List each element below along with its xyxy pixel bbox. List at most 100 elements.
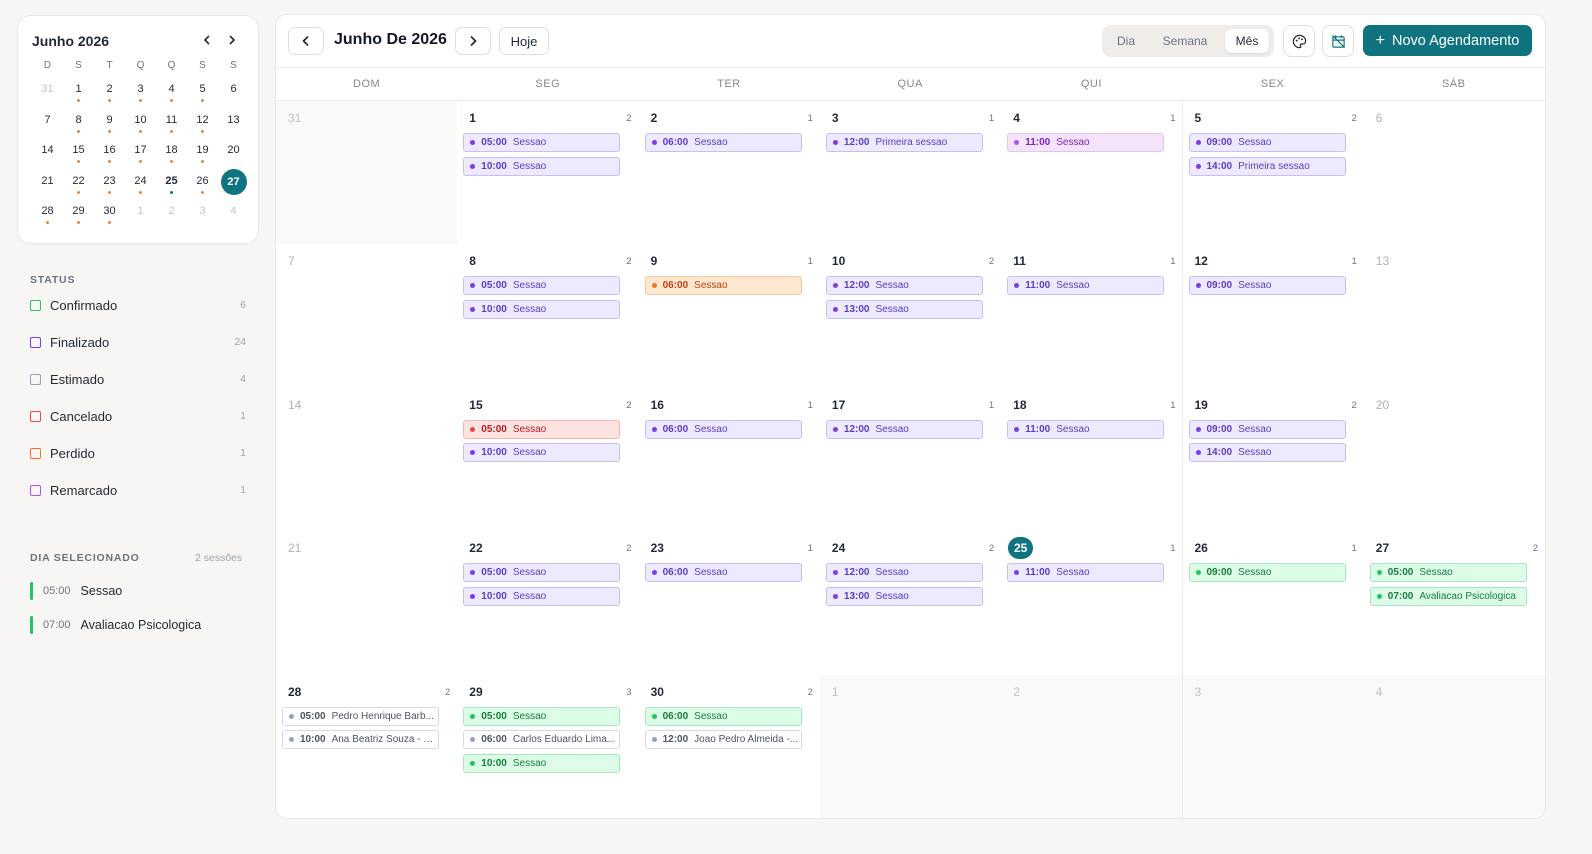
mini-day[interactable]: 28 (32, 199, 63, 230)
mini-day[interactable]: 4 (156, 77, 187, 108)
next-month-button[interactable] (455, 27, 491, 55)
event-chip[interactable]: 09:00 Sessao (1188, 276, 1346, 296)
mini-day[interactable]: 11 (156, 108, 187, 139)
mini-day[interactable]: 8 (63, 108, 94, 139)
day-cell[interactable]: 9 1 06:00 Sessao (638, 244, 821, 389)
mini-day[interactable]: 13 (218, 108, 249, 139)
day-cell[interactable]: 23 1 06:00 Sessao (638, 531, 821, 676)
event-chip[interactable]: 06:00 Sessao (644, 133, 802, 152)
event-chip[interactable]: 05:00 Sessao (1369, 563, 1527, 583)
mini-day[interactable]: 7 (32, 108, 63, 139)
mini-day[interactable]: 17 (125, 138, 156, 169)
day-cell[interactable]: 21 (276, 531, 459, 676)
day-cell[interactable]: 1 2 05:00 Sessao 10:00 Sessao (457, 101, 640, 246)
mini-day[interactable]: 12 (187, 108, 218, 139)
event-chip[interactable]: 13:00 Sessao (825, 586, 983, 606)
event-chip[interactable]: 05:00 Pedro Henrique Barb... (282, 706, 439, 726)
mini-day[interactable]: 21 (32, 169, 63, 200)
event-chip[interactable]: 10:00 Sessao (463, 299, 621, 319)
mini-day[interactable]: 24 (125, 169, 156, 200)
mini-day[interactable]: 4 (218, 199, 249, 230)
mini-day[interactable]: 2 (94, 77, 125, 108)
new-appointment-button[interactable]: + Novo Agendamento (1363, 25, 1532, 56)
event-chip[interactable]: 05:00 Sessao (463, 133, 621, 152)
mini-day[interactable]: 26 (187, 169, 218, 200)
event-chip[interactable]: 12:00 Sessao (825, 419, 983, 439)
palette-button[interactable] (1283, 25, 1315, 57)
view-month-tab[interactable]: Mês (1225, 29, 1269, 53)
day-cell[interactable]: 2 1 06:00 Sessao (638, 101, 821, 246)
mini-day[interactable]: 6 (218, 77, 249, 108)
event-chip[interactable]: 12:00 Joao Pedro Almeida -... (644, 730, 802, 750)
mini-day[interactable]: 22 (63, 169, 94, 200)
day-cell[interactable]: 3 (1182, 674, 1365, 818)
mini-day[interactable]: 5 (187, 77, 218, 108)
event-chip[interactable]: 09:00 Sessao (1188, 419, 1346, 439)
mini-day[interactable]: 1 (63, 77, 94, 108)
mini-day[interactable]: 29 (63, 199, 94, 230)
mini-next-month-button[interactable] (222, 30, 242, 50)
day-cell[interactable]: 4 1 11:00 Sessao (1001, 101, 1184, 246)
day-cell[interactable]: 30 2 06:00 Sessao 12:00 Joao Pedro Almeida -.… (638, 674, 821, 818)
day-cell[interactable]: 3 1 12:00 Primeira sessao (819, 101, 1003, 246)
day-cell[interactable]: 5 2 09:00 Sessao 14:00 Primeira sessao (1182, 101, 1365, 246)
event-chip[interactable]: 10:00 Sessao (463, 443, 621, 463)
day-cell[interactable]: 13 (1363, 244, 1545, 389)
day-cell[interactable]: 4 (1363, 674, 1545, 818)
event-chip[interactable]: 05:00 Sessao (463, 419, 621, 439)
status-checkbox[interactable] (30, 299, 41, 311)
selected-day-appointment[interactable]: 07:00 Avaliacao Psicologica (30, 615, 246, 635)
view-week-tab[interactable]: Semana (1154, 29, 1216, 53)
day-cell[interactable]: 17 1 12:00 Sessao (819, 387, 1003, 533)
status-checkbox[interactable] (30, 484, 41, 496)
calendar-off-button[interactable] (1322, 25, 1354, 57)
day-cell[interactable]: 2 (1001, 674, 1184, 818)
event-chip[interactable]: 09:00 Sessao (1188, 563, 1346, 583)
day-cell[interactable]: 6 (1363, 101, 1545, 246)
event-chip[interactable]: 06:00 Carlos Eduardo Lima... (463, 730, 621, 750)
mini-day[interactable]: 15 (63, 138, 94, 169)
event-chip[interactable]: 11:00 Sessao (1007, 133, 1165, 152)
event-chip[interactable]: 10:00 Sessao (463, 753, 621, 773)
mini-day[interactable]: 30 (94, 199, 125, 230)
status-checkbox[interactable] (30, 410, 41, 422)
day-cell[interactable]: 18 1 11:00 Sessao (1001, 387, 1184, 533)
event-chip[interactable]: 06:00 Sessao (644, 563, 802, 583)
status-filter-cancelado[interactable]: Cancelado 1 (30, 406, 246, 426)
mini-day[interactable]: 3 (187, 199, 218, 230)
event-chip[interactable]: 11:00 Sessao (1007, 419, 1165, 439)
event-chip[interactable]: 12:00 Primeira sessao (825, 133, 983, 152)
event-chip[interactable]: 12:00 Sessao (825, 563, 983, 583)
day-cell[interactable]: 8 2 05:00 Sessao 10:00 Sessao (457, 244, 640, 389)
event-chip[interactable]: 11:00 Sessao (1007, 563, 1165, 583)
event-chip[interactable]: 10:00 Ana Beatriz Souza - S... (282, 730, 439, 750)
day-cell[interactable]: 22 2 05:00 Sessao 10:00 Sessao (457, 531, 640, 676)
day-cell[interactable]: 26 1 09:00 Sessao (1182, 531, 1365, 676)
event-chip[interactable]: 05:00 Sessao (463, 276, 621, 296)
day-cell[interactable]: 7 (276, 244, 459, 389)
status-checkbox[interactable] (30, 447, 41, 459)
mini-day[interactable]: 2 (156, 199, 187, 230)
today-button[interactable]: Hoje (499, 27, 549, 55)
mini-prev-month-button[interactable] (197, 30, 217, 50)
mini-day-today[interactable]: 25 (156, 169, 187, 200)
mini-day[interactable]: 10 (125, 108, 156, 139)
day-cell[interactable]: 11 1 11:00 Sessao (1001, 244, 1184, 389)
event-chip[interactable]: 14:00 Primeira sessao (1188, 156, 1346, 176)
prev-month-button[interactable] (288, 27, 324, 55)
day-cell[interactable]: 31 (276, 101, 459, 246)
mini-day[interactable]: 16 (94, 138, 125, 169)
day-cell[interactable]: 14 (276, 387, 459, 533)
view-day-tab[interactable]: Dia (1108, 29, 1144, 53)
status-filter-perdido[interactable]: Perdido 1 (30, 443, 246, 463)
status-filter-confirmado[interactable]: Confirmado 6 (30, 295, 246, 315)
status-filter-estimado[interactable]: Estimado 4 (30, 369, 246, 389)
day-cell[interactable]: 27 2 05:00 Sessao 07:00 Avaliacao Psicologica (1363, 531, 1545, 676)
event-chip[interactable]: 06:00 Sessao (644, 276, 802, 296)
event-chip[interactable]: 05:00 Sessao (463, 706, 621, 726)
day-cell[interactable]: 15 2 05:00 Sessao 10:00 Sessao (457, 387, 640, 533)
status-checkbox[interactable] (30, 336, 41, 348)
day-cell[interactable]: 29 3 05:00 Sessao 06:00 Carlos Eduardo Lima..… (457, 674, 640, 818)
mini-day[interactable]: 23 (94, 169, 125, 200)
day-cell[interactable]: 19 2 09:00 Sessao 14:00 Sessao (1182, 387, 1365, 533)
